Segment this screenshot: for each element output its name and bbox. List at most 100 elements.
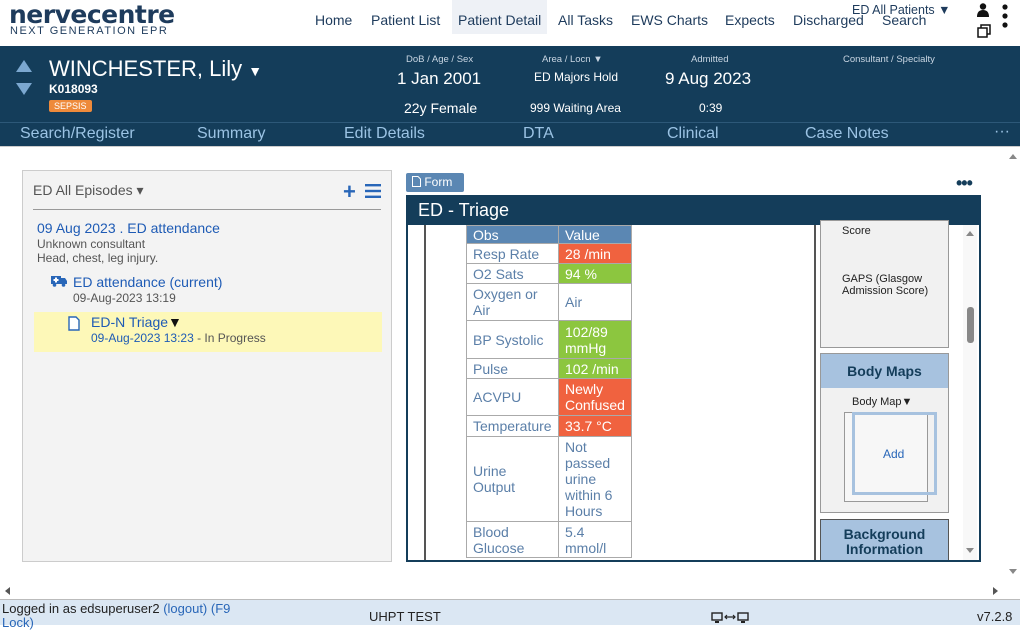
main-content: ED All Episodes ▾ + 09 Aug 2023 . ED att…	[0, 146, 1020, 584]
admitted-date: 9 Aug 2023	[665, 69, 752, 88]
list-menu-icon[interactable]	[365, 184, 381, 198]
login-status: Logged in as edsuperuser2 (logout) (F9 L…	[2, 601, 231, 630]
episode-consultant: Unknown consultant	[37, 237, 146, 251]
admitted-time: 0:39	[699, 101, 723, 115]
scroll-up-icon[interactable]	[963, 229, 977, 239]
patient-banner: WINCHESTER, Lily ▼ K018093 SEPSIS DoB / …	[0, 46, 1020, 122]
body-map-add-label: Add	[883, 447, 905, 461]
organisation-name: UHPT TEST	[369, 609, 441, 624]
copy-icon[interactable]	[977, 24, 991, 38]
obs-row[interactable]: ACVPU Newly Confused	[466, 378, 632, 416]
admitted-label: Admitted	[691, 54, 729, 65]
dob-label: DoB / Age / Sex	[406, 54, 474, 65]
score-label: Score	[842, 225, 871, 237]
divider	[33, 209, 381, 210]
nav-ews-charts[interactable]: EWS Charts	[631, 12, 708, 28]
page-scroll-up-icon[interactable]	[1006, 152, 1020, 162]
obs-row[interactable]: Resp Rate 28 /min	[466, 243, 632, 264]
document-icon	[68, 316, 80, 331]
status-footer: Logged in as edsuperuser2 (logout) (F9 L…	[0, 599, 1020, 630]
episode-title[interactable]: 09 Aug 2023 . ED attendance	[37, 220, 220, 236]
consultant-label: Consultant / Specialty	[843, 54, 935, 65]
triage-title[interactable]: ED-N Triage▼	[91, 314, 182, 330]
top-bar: nervecentre NEXT GENERATION EPR Home Pat…	[0, 0, 1020, 46]
app-logo-subtitle: NEXT GENERATION EPR	[10, 25, 169, 37]
nav-expects[interactable]: Expects	[725, 12, 775, 28]
obs-row[interactable]: Pulse 102 /min	[466, 358, 632, 379]
page-horizontal-scrollbar[interactable]	[0, 584, 1006, 598]
logout-link[interactable]: (logout)	[163, 601, 207, 616]
triage-caret[interactable]: ▼	[168, 314, 182, 330]
subnav-summary[interactable]: Summary	[197, 125, 265, 143]
obs-row[interactable]: BP Systolic 102/89 mmHg	[466, 320, 632, 359]
more-menu-icon[interactable]	[1002, 4, 1008, 30]
subnav-edit-details[interactable]: Edit Details	[344, 125, 425, 143]
version-label: v7.2.8	[977, 609, 1013, 624]
form-body: Obs Value Resp Rate 28 /min O2 Sats 94 % O…	[408, 220, 979, 560]
subnav-case-notes[interactable]: Case Notes	[805, 125, 889, 143]
ambulance-icon	[51, 276, 67, 287]
body-maps-box: Body Maps Body Map▼ Add	[820, 353, 949, 513]
screen-swap-icon[interactable]	[711, 612, 751, 624]
obs-header-row: Obs Value	[466, 225, 632, 244]
dob-value: 1 Jan 2001	[397, 69, 482, 88]
nav-patient-detail[interactable]: Patient Detail	[452, 0, 548, 34]
area-label[interactable]: Area / Locn ▼	[542, 54, 603, 65]
attendance-title[interactable]: ED attendance (current)	[73, 274, 222, 290]
nav-all-tasks[interactable]: All Tasks	[558, 12, 613, 28]
sepsis-badge: SEPSIS	[49, 100, 92, 112]
ward-selector[interactable]: ED All Patients ▼	[852, 3, 951, 17]
page-vertical-scrollbar[interactable]	[1006, 146, 1020, 584]
form-button[interactable]: Form	[406, 173, 464, 192]
gaps-score-box: Score GAPS (Glasgow Admission Score)	[820, 220, 949, 348]
gaps-label: GAPS (Glasgow Admission Score)	[842, 273, 929, 297]
triage-list-item[interactable]: ED-N Triage▼ 09-Aug-2023 13:23 - In Prog…	[34, 312, 382, 352]
obs-row[interactable]: Urine Output Not passed urine within 6 Ho…	[466, 436, 632, 522]
obs-row[interactable]: Blood Glucose 5.4 mmol/l	[466, 521, 632, 558]
obs-row[interactable]: O2 Sats 94 %	[466, 263, 632, 284]
patient-subnav: Search/Register Summary Edit Details DTA…	[0, 122, 1020, 146]
obs-row[interactable]: Oxygen or Air Air	[466, 283, 632, 321]
body-map-add-button[interactable]: Add	[852, 412, 937, 495]
background-info-box[interactable]: Background Information	[820, 519, 949, 560]
user-icon[interactable]	[977, 3, 989, 17]
background-info-title: Background Information	[843, 526, 926, 557]
triage-form: ED - Triage Obs Value Resp Rate 28 /min O…	[406, 195, 981, 562]
form-rule-right	[814, 225, 816, 560]
page-scroll-down-icon[interactable]	[1006, 566, 1020, 576]
subnav-dta[interactable]: DTA	[523, 125, 554, 143]
form-menu-icon[interactable]: •••	[956, 173, 973, 194]
form-icon	[412, 176, 421, 187]
nav-patient-list[interactable]: Patient List	[371, 12, 440, 28]
add-episode-icon[interactable]: +	[343, 179, 356, 205]
form-rule-left	[424, 225, 426, 560]
obs-table: Obs Value Resp Rate 28 /min O2 Sats 94 % O…	[466, 225, 632, 558]
body-map-select[interactable]: Body Map▼	[852, 396, 912, 408]
form-scrollbar[interactable]	[963, 225, 977, 560]
body-maps-title: Body Maps	[821, 354, 948, 388]
prev-next-patient-icon[interactable]	[15, 59, 33, 97]
episode-complaint: Head, chest, leg injury.	[37, 251, 159, 265]
obs-header: Obs	[466, 225, 559, 244]
form-scroll-thumb[interactable]	[967, 307, 974, 343]
attendance-date: 09-Aug-2023 13:19	[73, 291, 176, 305]
patient-name[interactable]: WINCHESTER, Lily ▼	[49, 56, 262, 82]
subnav-search-register[interactable]: Search/Register	[20, 125, 135, 143]
scroll-right-icon[interactable]	[990, 584, 1000, 598]
obs-row[interactable]: Temperature 33.7 °C	[466, 415, 632, 437]
subnav-clinical[interactable]: Clinical	[667, 125, 719, 143]
episodes-panel: ED All Episodes ▾ + 09 Aug 2023 . ED att…	[22, 170, 392, 562]
patient-name-caret[interactable]: ▼	[248, 63, 262, 79]
area-value: ED Majors Hold	[534, 70, 619, 84]
nav-home[interactable]: Home	[315, 12, 352, 28]
episodes-filter[interactable]: ED All Episodes ▾	[33, 182, 144, 199]
triage-date: 09-Aug-2023 13:23 - In Progress	[91, 331, 266, 345]
triage-status: - In Progress	[193, 331, 266, 345]
scroll-down-icon[interactable]	[963, 545, 977, 555]
scroll-left-icon[interactable]	[3, 584, 13, 598]
age-sex-value: 22y Female	[404, 100, 478, 116]
location-value: 999 Waiting Area	[530, 101, 621, 115]
value-header: Value	[558, 225, 632, 244]
patient-id: K018093	[49, 82, 98, 96]
subnav-more[interactable]: ···	[994, 123, 1010, 141]
